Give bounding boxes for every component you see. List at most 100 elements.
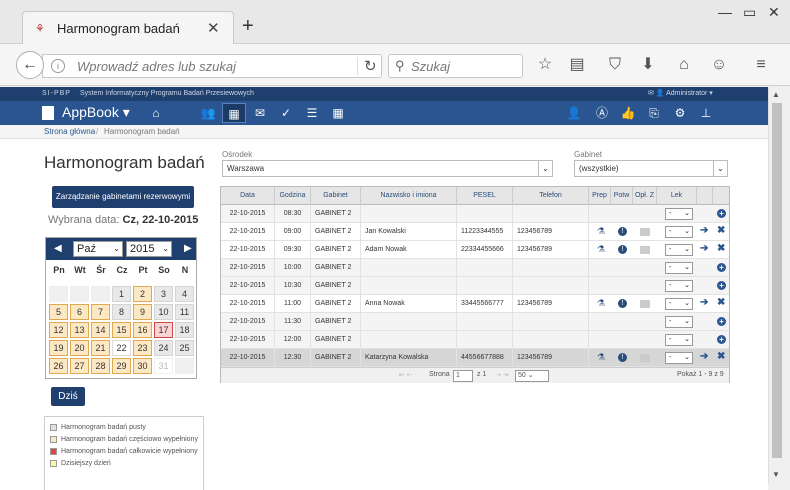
calendar-day[interactable]: 30 [133, 358, 152, 374]
arrow-right-icon[interactable]: ➔ [700, 297, 708, 308]
add-icon[interactable]: + [717, 209, 726, 218]
osrodek-select[interactable]: Warszawa ⌄ [222, 160, 553, 177]
confirm-icon[interactable]: ! [618, 299, 627, 308]
app-menu[interactable]: AppBook ▾ [62, 104, 130, 121]
calendar-day[interactable]: 28 [91, 358, 110, 374]
lek-select[interactable]: - ⌄ [665, 334, 693, 346]
reload-icon[interactable]: ↻ [357, 57, 377, 75]
column-header[interactable]: Nazwisko i imiona [361, 187, 457, 205]
url-input[interactable]: Wprowadź adres lub szukaj [77, 59, 236, 74]
column-header[interactable]: Lek [657, 187, 697, 205]
table-row[interactable]: 22-10-2015 10:30 GABINET 2 + - ⌄ [221, 277, 729, 295]
lek-select[interactable]: - ⌄ [665, 298, 693, 310]
calendar-day[interactable]: 9 [133, 304, 152, 320]
calendar-day[interactable]: 26 [49, 358, 68, 374]
table-row[interactable]: 22-10-2015 09:00 GABINET 2 Jan Kowalski 1122… [221, 223, 729, 241]
scroll-up-icon[interactable]: ▲ [772, 90, 780, 99]
lek-select[interactable]: - ⌄ [665, 316, 693, 328]
flask-icon[interactable]: ⚗ [597, 352, 605, 363]
column-header[interactable]: Godzina [275, 187, 311, 205]
delete-icon[interactable]: ✖ [717, 297, 725, 308]
table-row[interactable]: 22-10-2015 11:30 GABINET 2 + - ⌄ [221, 313, 729, 331]
first-page-icon[interactable]: ⇤ ⇠ [399, 371, 413, 379]
dictionary-icon[interactable]: Ⓐ [590, 103, 614, 123]
lek-select[interactable]: - ⌄ [665, 208, 693, 220]
next-month-icon[interactable]: ▶ [184, 243, 192, 254]
year-select[interactable]: 2015 ⌄ [126, 241, 172, 257]
calendar-day[interactable]: 7 [91, 304, 110, 320]
calendar-day[interactable]: 24 [154, 340, 173, 356]
info-icon[interactable]: i [51, 59, 65, 73]
calendar-day[interactable]: 5 [49, 304, 68, 320]
bookmark-star-icon[interactable]: ☆ [534, 54, 556, 76]
confirm-icon[interactable]: ! [618, 245, 627, 254]
gabinet-select[interactable]: (wszystkie) ⌄ [574, 160, 728, 177]
page-size-select[interactable]: 50 ⌄ [515, 370, 549, 382]
calendar-nav-icon[interactable]: ▦ [222, 103, 246, 123]
calendar-day[interactable]: 23 [133, 340, 152, 356]
flask-icon[interactable]: ⚗ [597, 244, 605, 255]
calendar-day[interactable]: 19 [49, 340, 68, 356]
payment-icon[interactable] [640, 354, 650, 362]
calendar-day[interactable]: 3 [154, 286, 173, 302]
column-header[interactable]: Telefon [513, 187, 589, 205]
home-nav-icon[interactable]: ⌂ [144, 103, 168, 123]
column-header[interactable]: Data [221, 187, 275, 205]
payment-icon[interactable] [640, 300, 650, 308]
payment-icon[interactable] [640, 228, 650, 236]
pocket-icon[interactable]: ⛉ [604, 54, 626, 76]
column-header[interactable]: Gabinet [311, 187, 361, 205]
document-icon[interactable]: ⎘ [642, 103, 666, 123]
lek-select[interactable]: - ⌄ [665, 280, 693, 292]
table-row[interactable]: 22-10-2015 10:00 GABINET 2 + - ⌄ [221, 259, 729, 277]
arrow-right-icon[interactable]: ➔ [700, 351, 708, 362]
add-icon[interactable]: + [717, 263, 726, 272]
calendar-day[interactable]: 29 [112, 358, 131, 374]
breadcrumb-home[interactable]: Strona główna [44, 125, 95, 139]
calendar-day[interactable]: 21 [91, 340, 110, 356]
calendar-day[interactable]: 18 [175, 322, 194, 338]
calendar-day[interactable]: 20 [70, 340, 89, 356]
column-header[interactable]: Opł. Z [633, 187, 657, 205]
user-menu[interactable]: ✉ 👤 Administrator ▾ [648, 87, 713, 101]
column-header[interactable]: PESEL [457, 187, 513, 205]
calendar-day[interactable]: 10 [154, 304, 173, 320]
table-row[interactable]: 22-10-2015 08:30 GABINET 2 + - ⌄ [221, 205, 729, 223]
calendar-day[interactable]: 11 [175, 304, 194, 320]
maximize-icon[interactable]: ▭ [743, 4, 756, 21]
stats-icon[interactable]: ⊥ [694, 103, 718, 123]
confirm-icon[interactable]: ! [618, 227, 627, 236]
calendar-day[interactable]: 14 [91, 322, 110, 338]
search-input[interactable]: Szukaj [411, 59, 450, 74]
menu-icon[interactable]: ≡ [750, 54, 772, 76]
calendar-day[interactable]: 6 [70, 304, 89, 320]
add-icon[interactable]: + [717, 317, 726, 326]
arrow-right-icon[interactable]: ➔ [700, 225, 708, 236]
last-page-icon[interactable]: ⇢ ⇥ [495, 371, 509, 379]
page-scrollbar[interactable]: ▲ ▼ [768, 87, 784, 483]
mail-nav-icon[interactable]: ✉ [248, 103, 272, 123]
minimize-icon[interactable]: — [718, 4, 732, 20]
calendar-day[interactable]: 16 [133, 322, 152, 338]
calendar-day[interactable]: 27 [70, 358, 89, 374]
lek-select[interactable]: - ⌄ [665, 226, 693, 238]
reading-list-icon[interactable]: ▤ [566, 54, 588, 76]
lek-select[interactable]: - ⌄ [665, 262, 693, 274]
calendar-day[interactable]: 17 [154, 322, 173, 338]
add-icon[interactable]: + [717, 335, 726, 344]
arrow-right-icon[interactable]: ➔ [700, 243, 708, 254]
table-row[interactable]: 22-10-2015 11:00 GABINET 2 Anna Nowak 334455… [221, 295, 729, 313]
column-header[interactable]: Prep [589, 187, 611, 205]
lek-select[interactable]: - ⌄ [665, 244, 693, 256]
close-tab-icon[interactable]: ✕ [207, 19, 220, 37]
calendar-day[interactable]: 1 [112, 286, 131, 302]
search-bar[interactable]: ⚲ Szukaj [388, 54, 523, 78]
today-button[interactable]: Dziś [51, 387, 85, 406]
delete-icon[interactable]: ✖ [717, 243, 725, 254]
prev-month-icon[interactable]: ◀ [54, 243, 62, 254]
calendar-day[interactable]: 31 [154, 358, 173, 374]
user-admin-icon[interactable]: 👤 [562, 103, 586, 123]
flask-icon[interactable]: ⚗ [597, 226, 605, 237]
table-row[interactable]: 22-10-2015 12:30 GABINET 2 Katarzyna Kowals… [221, 349, 729, 367]
calendar-day[interactable]: 13 [70, 322, 89, 338]
